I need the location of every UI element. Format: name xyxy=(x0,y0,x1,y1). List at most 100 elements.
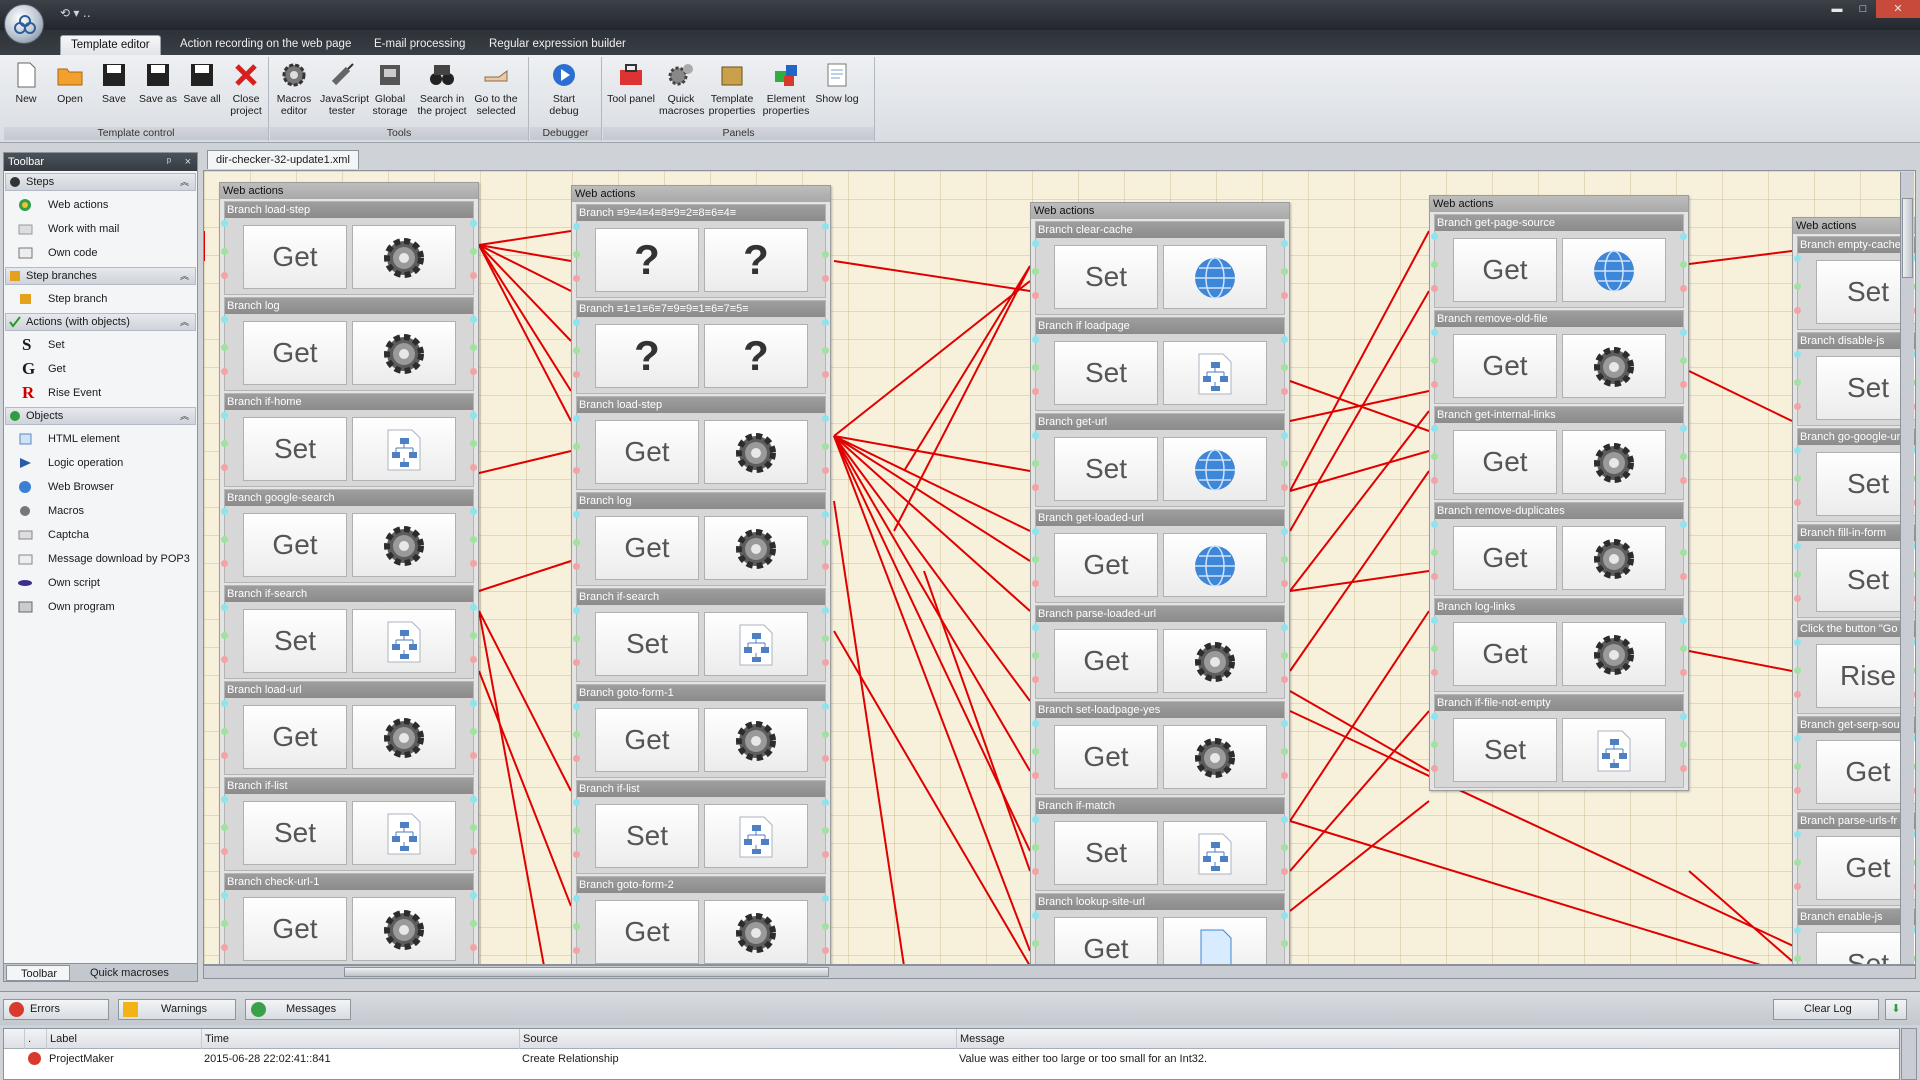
branch-block[interactable]: Branch if loadpage Set xyxy=(1032,317,1288,411)
branch-block[interactable]: Branch load-url Get xyxy=(221,681,477,775)
branch-block[interactable]: Branch get-serp-sou Get xyxy=(1794,716,1915,810)
connector-pin[interactable] xyxy=(221,440,228,447)
collapse-chevron-icon[interactable]: ︽ xyxy=(180,314,189,330)
branch-block[interactable]: Branch google-search Get xyxy=(221,489,477,583)
connector-pin[interactable] xyxy=(221,248,228,255)
connector-pin[interactable] xyxy=(1281,624,1288,631)
branch-title[interactable]: Click the button "Go xyxy=(1798,621,1915,637)
branch-title[interactable]: Branch if-file-not-empty xyxy=(1435,695,1683,711)
branch-block[interactable]: Branch fill-in-form Set xyxy=(1794,524,1915,618)
object-button[interactable] xyxy=(352,225,456,289)
branch-title[interactable]: Branch load-step xyxy=(225,202,473,218)
connector-pin[interactable] xyxy=(573,895,580,902)
close-panel-icon[interactable]: × xyxy=(185,153,191,171)
show-log-button[interactable]: Show log xyxy=(815,59,859,125)
section-objects[interactable]: Objects ︽ xyxy=(5,407,196,425)
connector-pin[interactable] xyxy=(1680,329,1687,336)
action-button[interactable]: Set xyxy=(1054,245,1158,309)
branch-block[interactable]: Branch if-list Set xyxy=(221,777,477,871)
connector-pin[interactable] xyxy=(822,947,829,954)
connector-pin[interactable] xyxy=(221,848,228,855)
connector-pin[interactable] xyxy=(1794,927,1801,934)
start-debug-button[interactable]: Start debug xyxy=(542,59,586,125)
connector-pin[interactable] xyxy=(822,799,829,806)
connector-pin[interactable] xyxy=(1032,240,1039,247)
open-button[interactable]: Open xyxy=(48,59,92,125)
connector-pin[interactable] xyxy=(1431,765,1438,772)
connector-pin[interactable] xyxy=(1794,543,1801,550)
object-button[interactable] xyxy=(352,705,456,769)
connector-line[interactable] xyxy=(833,435,1031,612)
log-col-message[interactable]: Message xyxy=(956,1029,1900,1049)
connector-pin[interactable] xyxy=(1794,595,1801,602)
column-header[interactable]: Web actions xyxy=(220,183,478,199)
branch-title[interactable]: Branch parse-urls-fr xyxy=(1798,813,1915,829)
connector-pin[interactable] xyxy=(1431,477,1438,484)
quick-access-toolbar[interactable]: ⟲ ▾ ‥ xyxy=(60,6,91,20)
tab-action-recording[interactable]: Action recording on the web page xyxy=(170,35,361,55)
connector-line[interactable] xyxy=(833,630,1030,965)
toolbar-item-captcha[interactable]: Captcha xyxy=(4,523,197,547)
branch-title[interactable]: Branch parse-loaded-url xyxy=(1036,606,1284,622)
branch-block[interactable]: Branch empty-cache Set xyxy=(1794,236,1915,330)
save-all-button[interactable]: Save all xyxy=(180,59,224,125)
connector-pin[interactable] xyxy=(1431,521,1438,528)
connector-pin[interactable] xyxy=(1794,447,1801,454)
connector-pin[interactable] xyxy=(1281,816,1288,823)
branch-title[interactable]: Branch get-loaded-url xyxy=(1036,510,1284,526)
log-col-label[interactable]: Label xyxy=(46,1029,201,1049)
maximize-button[interactable]: □ xyxy=(1850,0,1876,18)
branch-title[interactable]: Branch check-url-1 xyxy=(225,874,473,890)
web-actions-column[interactable]: Web actions Branch get-page-source Get Bran… xyxy=(1429,195,1689,791)
connector-pin[interactable] xyxy=(1431,669,1438,676)
connector-line[interactable] xyxy=(833,260,1031,292)
horizontal-scroll-thumb[interactable] xyxy=(344,967,829,977)
tab-toolbar[interactable]: Toolbar xyxy=(6,965,70,981)
connector-pin[interactable] xyxy=(470,440,477,447)
branch-title[interactable]: Branch go-google-url xyxy=(1798,429,1915,445)
object-button[interactable] xyxy=(704,708,808,772)
connector-pin[interactable] xyxy=(822,703,829,710)
connector-pin[interactable] xyxy=(822,659,829,666)
branch-block[interactable]: Branch set-loadpage-yes Get xyxy=(1032,701,1288,795)
branch-title[interactable]: Branch clear-cache xyxy=(1036,222,1284,238)
connector-pin[interactable] xyxy=(221,752,228,759)
connector-line[interactable] xyxy=(923,570,1031,872)
connector-line[interactable] xyxy=(1289,800,1430,912)
connector-pin[interactable] xyxy=(1794,955,1801,962)
branch-title[interactable]: Branch log xyxy=(225,298,473,314)
connector-pin[interactable] xyxy=(470,700,477,707)
connector-pin[interactable] xyxy=(1281,652,1288,659)
connector-line[interactable] xyxy=(903,265,1031,472)
branch-block[interactable]: Branch clear-cache Set xyxy=(1032,221,1288,315)
connector-pin[interactable] xyxy=(573,563,580,570)
toolbar-item-logic-operation[interactable]: Logic operation xyxy=(4,451,197,475)
connector-pin[interactable] xyxy=(470,536,477,543)
connector-pin[interactable] xyxy=(221,944,228,951)
close-project-button[interactable]: Close project xyxy=(224,59,268,125)
connector-line[interactable] xyxy=(1289,690,1430,772)
tool-panel-button[interactable]: Tool panel xyxy=(605,59,657,125)
object-button[interactable] xyxy=(352,609,456,673)
branch-block[interactable]: Branch log-links Get xyxy=(1431,598,1687,692)
connector-pin[interactable] xyxy=(1032,816,1039,823)
branch-block[interactable]: Branch get-internal-links Get xyxy=(1431,406,1687,500)
connector-pin[interactable] xyxy=(1431,741,1438,748)
branch-block[interactable]: Branch if-list Set xyxy=(573,780,829,874)
connector-pin[interactable] xyxy=(1794,883,1801,890)
javascript-tester-button[interactable]: JavaScript tester xyxy=(320,59,369,125)
project-canvas[interactable]: Web actions Branch load-step Get Branch log… xyxy=(203,170,1916,965)
connector-pin[interactable] xyxy=(573,731,580,738)
toolbar-item-html-element[interactable]: HTML element xyxy=(4,427,197,451)
connector-pin[interactable] xyxy=(221,344,228,351)
connector-pin[interactable] xyxy=(1281,268,1288,275)
action-button[interactable]: Get xyxy=(1054,533,1158,597)
action-button[interactable]: Get xyxy=(243,705,347,769)
connector-pin[interactable] xyxy=(573,635,580,642)
log-col-source[interactable]: Source xyxy=(519,1029,956,1049)
branch-title[interactable]: Branch load-url xyxy=(225,682,473,698)
connector-pin[interactable] xyxy=(1680,285,1687,292)
connector-pin[interactable] xyxy=(1032,432,1039,439)
column-header[interactable]: Web actions xyxy=(1793,218,1915,234)
object-button[interactable] xyxy=(352,321,456,385)
